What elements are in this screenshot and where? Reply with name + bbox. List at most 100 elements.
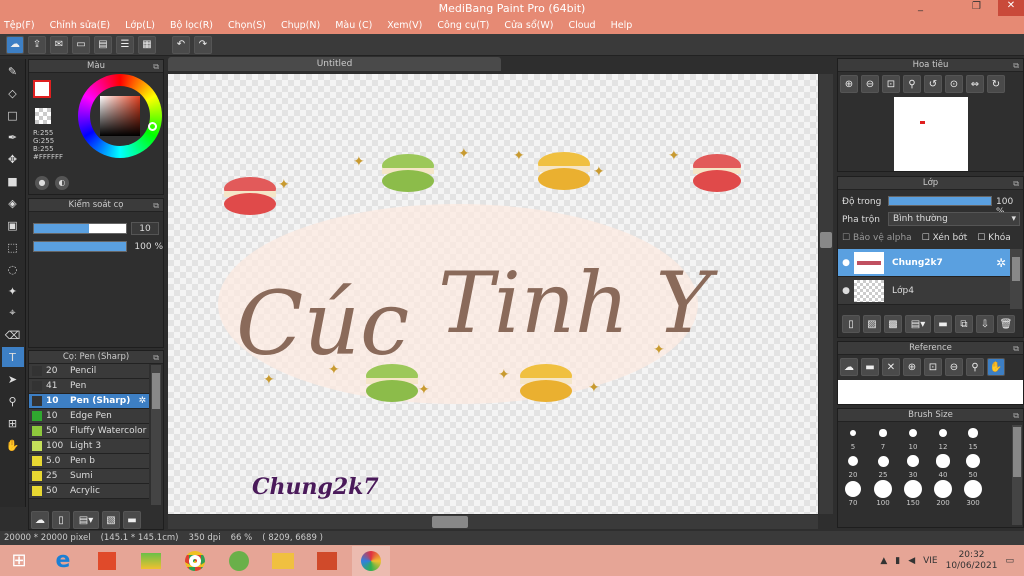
bluestacks-icon[interactable]: [132, 546, 170, 576]
zoom-in-icon[interactable]: ⊕: [840, 75, 858, 93]
duplicate-layer-icon[interactable]: ⧉: [955, 315, 973, 333]
fit-icon[interactable]: ⊡: [882, 75, 900, 93]
tray-arrow-icon[interactable]: ▲: [880, 556, 887, 566]
windows-start-icon[interactable]: ⊞: [0, 546, 38, 576]
brush-size-cell[interactable]: 150: [898, 479, 928, 507]
magic-wand-tool-icon[interactable]: ✦: [2, 281, 24, 301]
folder-icon[interactable]: ▬: [123, 511, 141, 529]
clock[interactable]: 20:32 10/06/2021: [946, 550, 998, 572]
new-brush-icon[interactable]: ▯: [52, 511, 70, 529]
menu-tools[interactable]: Công cụ(T): [437, 20, 489, 31]
reference-close-icon[interactable]: ✕: [882, 358, 900, 376]
clipping-checkbox[interactable]: ☐ Xén bớt: [922, 233, 968, 243]
brush-size-cell[interactable]: 15: [958, 423, 988, 451]
new-layer-icon[interactable]: ▯: [842, 315, 860, 333]
comment-icon[interactable]: ✉: [50, 35, 68, 54]
network-icon[interactable]: ▮: [895, 556, 900, 566]
coccoc-icon[interactable]: [220, 546, 258, 576]
select-rect-tool-icon[interactable]: ⬚: [2, 237, 24, 257]
select-pen-tool-icon[interactable]: ⌖: [2, 303, 24, 323]
layer-opacity-slider[interactable]: [888, 196, 992, 206]
visibility-icon[interactable]: ●: [838, 258, 854, 268]
grid-icon[interactable]: ▦: [138, 35, 156, 54]
menu-snap[interactable]: Chụp(N): [281, 20, 320, 31]
popout-icon[interactable]: ⧉: [153, 60, 159, 73]
frame-tool-icon[interactable]: ⊞: [2, 413, 24, 433]
reference-dropper-icon[interactable]: ⚲: [966, 358, 984, 376]
layer-folder-icon[interactable]: ▬: [934, 315, 952, 333]
reference-hand-icon[interactable]: ✋: [987, 358, 1005, 376]
delete-layer-icon[interactable]: 🗑: [997, 315, 1015, 333]
brush-size-scrollbar[interactable]: [1012, 425, 1022, 525]
cloud-download-icon[interactable]: ☁: [31, 511, 49, 529]
brush-size-cell[interactable]: 100: [868, 479, 898, 507]
rotate-left-icon[interactable]: ↺: [924, 75, 942, 93]
brush-row[interactable]: 50 Acrylic: [29, 484, 149, 499]
chrome-icon[interactable]: [176, 546, 214, 576]
fill-rect-tool-icon[interactable]: ■: [2, 171, 24, 191]
layer-settings-gear-icon[interactable]: ✲: [996, 256, 1006, 270]
merge-layer-icon[interactable]: ⇩: [976, 315, 994, 333]
pen-tool-icon[interactable]: ✒: [2, 127, 24, 147]
language-indicator[interactable]: VIE: [923, 556, 938, 566]
restore-button[interactable]: ❐: [972, 1, 981, 12]
brush-row[interactable]: 10 Pen (Sharp) ✲: [29, 394, 149, 409]
brush-row[interactable]: 5.0 Pen b: [29, 454, 149, 469]
menu-select[interactable]: Chọn(S): [228, 20, 266, 31]
brush-settings-gear-icon[interactable]: ✲: [138, 396, 146, 406]
palette-add-icon[interactable]: ◐: [55, 176, 69, 190]
primary-color-swatch[interactable]: [33, 80, 51, 98]
brush-row[interactable]: 20 Pencil: [29, 364, 149, 379]
canvas[interactable]: ✦ ✦ ✦ ✦ ✦ ✦ ✦ ✦ ✦ ✦ ✦ ✦ Cúc Tinh Y Chung2k7: [168, 74, 818, 514]
gradient-tool-icon[interactable]: ▣: [2, 215, 24, 235]
brush-size-cell[interactable]: 300: [958, 479, 988, 507]
brush-size-cell[interactable]: 25: [868, 451, 898, 479]
brush-row[interactable]: 10 Edge Pen: [29, 409, 149, 424]
brush-tool-icon[interactable]: ✎: [2, 61, 24, 81]
brush-size-slider[interactable]: [33, 223, 127, 234]
ie-icon[interactable]: e: [44, 546, 82, 576]
zoom-magnifier-icon[interactable]: ⚲: [903, 75, 921, 93]
reference-fit-icon[interactable]: ⊡: [924, 358, 942, 376]
saturation-square[interactable]: [100, 96, 140, 136]
menu-view[interactable]: Xem(V): [387, 20, 422, 31]
lock-checkbox[interactable]: ☐ Khóa: [977, 233, 1011, 243]
brush-row[interactable]: 50 Fluffy Watercolor: [29, 424, 149, 439]
reference-zoom-in-icon[interactable]: ⊕: [903, 358, 921, 376]
brush-row[interactable]: 25 Sumi: [29, 469, 149, 484]
add-brush-menu-icon[interactable]: ▤▾: [73, 511, 99, 529]
text-tool-icon[interactable]: T: [1, 347, 24, 367]
note-icon[interactable]: ▭: [72, 35, 90, 54]
reference-view[interactable]: [838, 380, 1023, 404]
brush-size-cell[interactable]: 7: [868, 423, 898, 451]
blend-mode-select[interactable]: Bình thường ▾: [888, 212, 1020, 226]
popout-icon[interactable]: ⧉: [153, 351, 159, 364]
minimize-button[interactable]: _: [918, 1, 923, 12]
popout-icon[interactable]: ⧉: [1013, 59, 1019, 72]
notification-icon[interactable]: ▭: [1005, 556, 1014, 566]
navigator-thumbnail[interactable]: [894, 97, 968, 171]
layer-row-lop4[interactable]: ● Lớp4: [838, 277, 1010, 305]
brush-size-cell[interactable]: 40: [928, 451, 958, 479]
layer-list-scrollbar[interactable]: [1010, 249, 1022, 309]
reference-zoom-out-icon[interactable]: ⊖: [945, 358, 963, 376]
undo-icon[interactable]: ↶: [172, 35, 190, 54]
select-eraser-tool-icon[interactable]: ⌫: [2, 325, 24, 345]
brush-size-cell[interactable]: 50: [958, 451, 988, 479]
eraser-tool-icon[interactable]: ◇: [2, 83, 24, 103]
reference-open-icon[interactable]: ▬: [861, 358, 879, 376]
file-explorer-icon[interactable]: [264, 546, 302, 576]
add-layer-menu-icon[interactable]: ▤▾: [905, 315, 931, 333]
popout-icon[interactable]: ⧉: [153, 199, 159, 212]
list-icon[interactable]: ☰: [116, 35, 134, 54]
powerpoint-icon[interactable]: [308, 546, 346, 576]
bucket-tool-icon[interactable]: ◈: [2, 193, 24, 213]
zoom-out-icon[interactable]: ⊖: [861, 75, 879, 93]
hand-tool-icon[interactable]: ✋: [2, 435, 24, 455]
document-tab[interactable]: Untitled: [168, 57, 501, 71]
brush-size-cell[interactable]: 30: [898, 451, 928, 479]
operation-tool-icon[interactable]: ➤: [2, 369, 24, 389]
menu-file[interactable]: Tệp(F): [4, 20, 35, 31]
dropper-tool-icon[interactable]: ⚲: [2, 391, 24, 411]
shape-tool-icon[interactable]: □: [2, 105, 24, 125]
